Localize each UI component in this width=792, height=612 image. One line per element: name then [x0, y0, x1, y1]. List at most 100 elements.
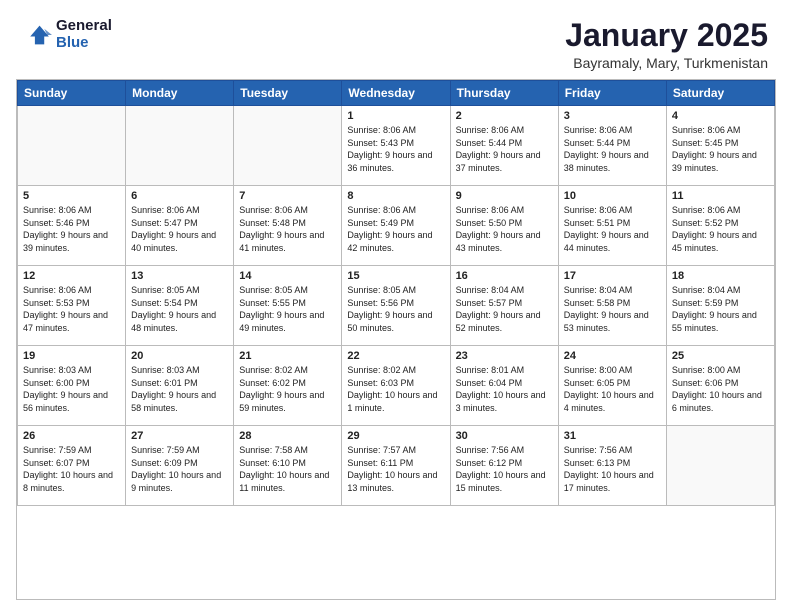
- day-number: 18: [672, 270, 769, 282]
- calendar-cell: 27 Sunrise: 7:59 AMSunset: 6:09 PMDayligh…: [126, 426, 234, 506]
- day-number: 3: [564, 110, 661, 122]
- calendar-header-row: SundayMondayTuesdayWednesdayThursdayFrid…: [18, 81, 775, 106]
- day-number: 22: [347, 350, 444, 362]
- day-info: Sunrise: 8:05 AMSunset: 5:55 PMDaylight:…: [239, 284, 336, 334]
- calendar-cell: 23Sunrise: 8:01 AMSunset: 6:04 PMDayligh…: [450, 346, 558, 426]
- calendar-cell: [126, 106, 234, 186]
- calendar-cell: 12Sunrise: 8:06 AMSunset: 5:53 PMDayligh…: [18, 266, 126, 346]
- calendar-cell: 6 Sunrise: 8:06 AMSunset: 5:47 PMDaylight…: [126, 186, 234, 266]
- day-info: Sunrise: 8:06 AMSunset: 5:46 PMDaylight:…: [23, 204, 120, 254]
- day-info: Sunrise: 8:06 AMSunset: 5:51 PMDaylight:…: [564, 204, 661, 254]
- day-number: 8: [347, 190, 444, 202]
- calendar-cell: 3 Sunrise: 8:06 AMSunset: 5:44 PMDaylight…: [558, 106, 666, 186]
- calendar-cell: 4 Sunrise: 8:06 AMSunset: 5:45 PMDaylight…: [666, 106, 774, 186]
- calendar-cell: 10 Sunrise: 8:06 AMSunset: 5:51 PMDayligh…: [558, 186, 666, 266]
- calendar-cell: 25Sunrise: 8:00 AMSunset: 6:06 PMDayligh…: [666, 346, 774, 426]
- day-info: Sunrise: 8:06 AMSunset: 5:52 PMDaylight:…: [672, 204, 769, 254]
- day-info: Sunrise: 8:04 AMSunset: 5:58 PMDaylight:…: [564, 284, 661, 334]
- day-number: 4: [672, 110, 769, 122]
- location-subtitle: Bayramaly, Mary, Turkmenistan: [565, 55, 768, 71]
- day-info: Sunrise: 8:04 AMSunset: 5:59 PMDaylight:…: [672, 284, 769, 334]
- day-header-wednesday: Wednesday: [342, 81, 450, 106]
- day-number: 13: [131, 270, 228, 282]
- day-info: Sunrise: 7:59 AMSunset: 6:07 PMDaylight:…: [23, 444, 120, 494]
- calendar-cell: 30 Sunrise: 7:56 AMSunset: 6:12 PMDayligh…: [450, 426, 558, 506]
- day-header-sunday: Sunday: [18, 81, 126, 106]
- logo-general-label: General: [56, 18, 112, 35]
- day-number: 16: [456, 270, 553, 282]
- day-info: Sunrise: 8:06 AMSunset: 5:48 PMDaylight:…: [239, 204, 336, 254]
- calendar-cell: 28Sunrise: 7:58 AMSunset: 6:10 PMDayligh…: [234, 426, 342, 506]
- calendar-cell: 15Sunrise: 8:05 AMSunset: 5:56 PMDayligh…: [342, 266, 450, 346]
- day-info: Sunrise: 8:06 AMSunset: 5:43 PMDaylight:…: [347, 124, 444, 174]
- day-info: Sunrise: 8:03 AMSunset: 6:00 PMDaylight:…: [23, 364, 120, 414]
- calendar-cell: 2 Sunrise: 8:06 AMSunset: 5:44 PMDaylight…: [450, 106, 558, 186]
- calendar-cell: 26 Sunrise: 7:59 AMSunset: 6:07 PMDayligh…: [18, 426, 126, 506]
- day-header-monday: Monday: [126, 81, 234, 106]
- calendar-cell: 1 Sunrise: 8:06 AMSunset: 5:43 PMDaylight…: [342, 106, 450, 186]
- calendar-cell: 18 Sunrise: 8:04 AMSunset: 5:59 PMDayligh…: [666, 266, 774, 346]
- day-number: 5: [23, 190, 120, 202]
- day-info: Sunrise: 8:06 AMSunset: 5:49 PMDaylight:…: [347, 204, 444, 254]
- day-info: Sunrise: 8:03 AMSunset: 6:01 PMDaylight:…: [131, 364, 228, 414]
- logo-icon: [24, 21, 52, 49]
- day-info: Sunrise: 8:01 AMSunset: 6:04 PMDaylight:…: [456, 364, 553, 414]
- calendar-cell: 11 Sunrise: 8:06 AMSunset: 5:52 PMDayligh…: [666, 186, 774, 266]
- day-number: 30: [456, 430, 553, 442]
- day-info: Sunrise: 8:05 AMSunset: 5:54 PMDaylight:…: [131, 284, 228, 334]
- day-info: Sunrise: 8:06 AMSunset: 5:44 PMDaylight:…: [564, 124, 661, 174]
- calendar-cell: 20 Sunrise: 8:03 AMSunset: 6:01 PMDayligh…: [126, 346, 234, 426]
- page: General Blue January 2025 Bayramaly, Mar…: [0, 0, 792, 612]
- day-info: Sunrise: 7:56 AMSunset: 6:12 PMDaylight:…: [456, 444, 553, 494]
- day-info: Sunrise: 7:56 AMSunset: 6:13 PMDaylight:…: [564, 444, 661, 494]
- logo: General Blue: [24, 18, 112, 51]
- day-number: 6: [131, 190, 228, 202]
- day-info: Sunrise: 7:59 AMSunset: 6:09 PMDaylight:…: [131, 444, 228, 494]
- day-number: 2: [456, 110, 553, 122]
- calendar-cell: 31 Sunrise: 7:56 AMSunset: 6:13 PMDayligh…: [558, 426, 666, 506]
- day-number: 27: [131, 430, 228, 442]
- day-number: 20: [131, 350, 228, 362]
- calendar-cell: [18, 106, 126, 186]
- day-number: 9: [456, 190, 553, 202]
- day-number: 26: [23, 430, 120, 442]
- calendar: SundayMondayTuesdayWednesdayThursdayFrid…: [16, 79, 776, 600]
- day-info: Sunrise: 8:06 AMSunset: 5:47 PMDaylight:…: [131, 204, 228, 254]
- day-number: 7: [239, 190, 336, 202]
- day-number: 11: [672, 190, 769, 202]
- day-info: Sunrise: 8:06 AMSunset: 5:44 PMDaylight:…: [456, 124, 553, 174]
- day-info: Sunrise: 8:06 AMSunset: 5:45 PMDaylight:…: [672, 124, 769, 174]
- day-info: Sunrise: 8:05 AMSunset: 5:56 PMDaylight:…: [347, 284, 444, 334]
- logo-blue-label: Blue: [56, 35, 112, 52]
- day-info: Sunrise: 8:04 AMSunset: 5:57 PMDaylight:…: [456, 284, 553, 334]
- calendar-week-2: 5 Sunrise: 8:06 AMSunset: 5:46 PMDaylight…: [18, 186, 775, 266]
- day-header-thursday: Thursday: [450, 81, 558, 106]
- day-header-friday: Friday: [558, 81, 666, 106]
- day-info: Sunrise: 8:02 AMSunset: 6:03 PMDaylight:…: [347, 364, 444, 414]
- calendar-cell: 16 Sunrise: 8:04 AMSunset: 5:57 PMDayligh…: [450, 266, 558, 346]
- calendar-cell: 22 Sunrise: 8:02 AMSunset: 6:03 PMDayligh…: [342, 346, 450, 426]
- header: General Blue January 2025 Bayramaly, Mar…: [0, 0, 792, 79]
- calendar-cell: 8 Sunrise: 8:06 AMSunset: 5:49 PMDaylight…: [342, 186, 450, 266]
- day-number: 10: [564, 190, 661, 202]
- calendar-cell: 9 Sunrise: 8:06 AMSunset: 5:50 PMDaylight…: [450, 186, 558, 266]
- calendar-cell: 21Sunrise: 8:02 AMSunset: 6:02 PMDayligh…: [234, 346, 342, 426]
- calendar-cell: 13 Sunrise: 8:05 AMSunset: 5:54 PMDayligh…: [126, 266, 234, 346]
- day-info: Sunrise: 8:00 AMSunset: 6:05 PMDaylight:…: [564, 364, 661, 414]
- calendar-cell: 7 Sunrise: 8:06 AMSunset: 5:48 PMDaylight…: [234, 186, 342, 266]
- day-number: 29: [347, 430, 444, 442]
- logo-text: General Blue: [56, 18, 112, 51]
- calendar-cell: 24Sunrise: 8:00 AMSunset: 6:05 PMDayligh…: [558, 346, 666, 426]
- calendar-cell: [666, 426, 774, 506]
- day-number: 25: [672, 350, 769, 362]
- day-number: 1: [347, 110, 444, 122]
- calendar-week-5: 26 Sunrise: 7:59 AMSunset: 6:07 PMDayligh…: [18, 426, 775, 506]
- calendar-week-1: 1 Sunrise: 8:06 AMSunset: 5:43 PMDaylight…: [18, 106, 775, 186]
- day-info: Sunrise: 8:06 AMSunset: 5:53 PMDaylight:…: [23, 284, 120, 334]
- day-info: Sunrise: 8:06 AMSunset: 5:50 PMDaylight:…: [456, 204, 553, 254]
- calendar-cell: 14Sunrise: 8:05 AMSunset: 5:55 PMDayligh…: [234, 266, 342, 346]
- month-title: January 2025: [565, 18, 768, 53]
- calendar-cell: 17Sunrise: 8:04 AMSunset: 5:58 PMDayligh…: [558, 266, 666, 346]
- day-number: 31: [564, 430, 661, 442]
- calendar-cell: 29Sunrise: 7:57 AMSunset: 6:11 PMDayligh…: [342, 426, 450, 506]
